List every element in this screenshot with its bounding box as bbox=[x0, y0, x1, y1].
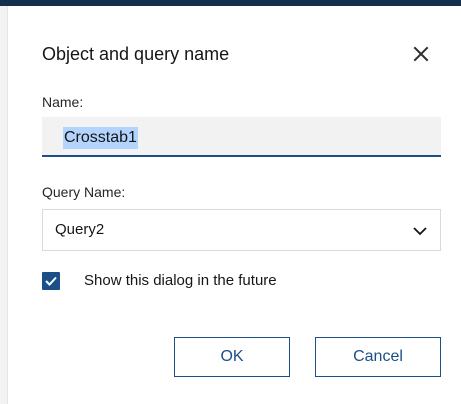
close-icon bbox=[413, 46, 429, 62]
ok-button[interactable]: OK bbox=[174, 337, 290, 377]
cancel-button[interactable]: Cancel bbox=[315, 337, 441, 377]
close-button[interactable] bbox=[407, 40, 435, 68]
screen: Object and query name Name: Crosstab1 Qu… bbox=[0, 0, 461, 404]
background-edge bbox=[0, 6, 8, 404]
query-name-selected-value: Query2 bbox=[55, 221, 105, 238]
chevron-down-icon bbox=[413, 227, 427, 236]
name-label: Name: bbox=[42, 94, 84, 110]
name-value-selection: Crosstab1 bbox=[63, 127, 138, 149]
checkmark-icon bbox=[45, 276, 57, 286]
query-name-label: Query Name: bbox=[42, 184, 126, 200]
show-dialog-label: Show this dialog in the future bbox=[84, 272, 277, 289]
query-name-select[interactable]: Query2 bbox=[42, 209, 441, 251]
show-dialog-checkbox[interactable] bbox=[42, 272, 60, 290]
dialog-title: Object and query name bbox=[42, 44, 230, 64]
object-and-query-name-dialog: Object and query name Name: Crosstab1 Qu… bbox=[9, 6, 461, 404]
